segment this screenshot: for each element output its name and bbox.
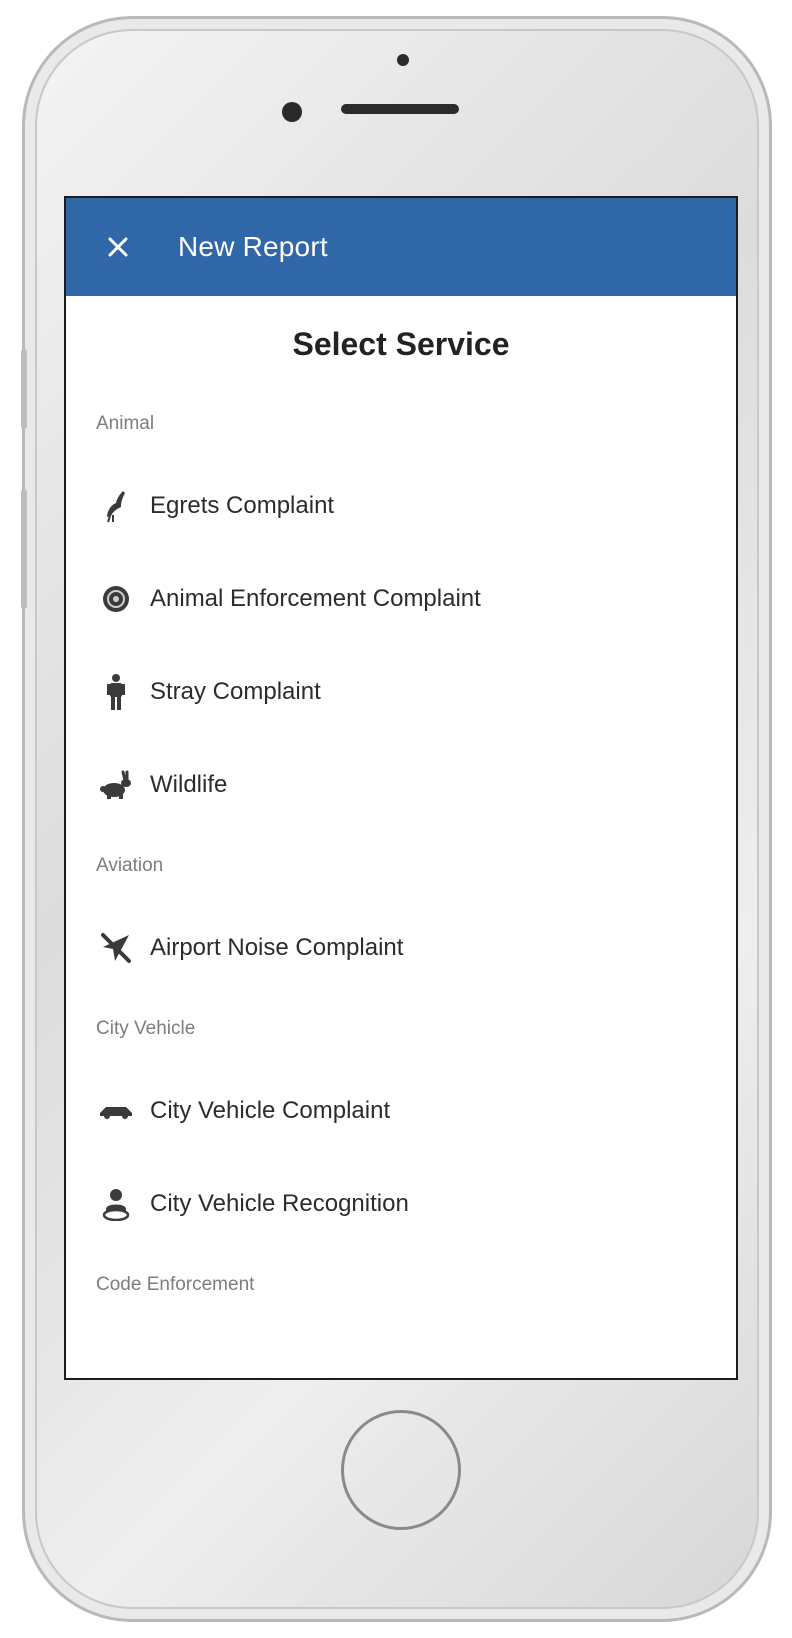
volume-down-button xyxy=(21,489,27,609)
car-icon xyxy=(96,1091,136,1131)
section-animal: Animal xyxy=(96,413,155,434)
section-aviation: Aviation xyxy=(96,855,164,876)
person-icon xyxy=(96,672,136,712)
service-airport-noise-complaint[interactable]: Airport Noise Complaint xyxy=(66,901,736,994)
home-button[interactable] xyxy=(341,1410,461,1530)
proximity-sensor xyxy=(397,54,409,66)
front-camera xyxy=(282,102,302,122)
service-wildlife[interactable]: Wildlife xyxy=(66,738,736,831)
user-recognition-icon xyxy=(96,1184,136,1224)
app-bar: New Report xyxy=(66,198,736,296)
airplane-icon xyxy=(96,928,136,968)
section-city-vehicle: City Vehicle xyxy=(96,1018,196,1039)
close-icon xyxy=(108,237,128,257)
page-title: Select Service xyxy=(292,326,510,362)
app-screen: New Report Select Service Animal Egrets … xyxy=(64,196,738,1380)
badge-icon xyxy=(96,579,136,619)
rabbit-icon xyxy=(96,765,136,805)
close-button[interactable] xyxy=(88,217,148,277)
app-bar-title: New Report xyxy=(178,231,328,262)
service-city-vehicle-recognition[interactable]: City Vehicle Recognition xyxy=(66,1157,736,1250)
earpiece-speaker xyxy=(341,104,459,114)
service-label: Animal Enforcement Complaint xyxy=(150,584,481,612)
service-label: Stray Complaint xyxy=(150,677,321,705)
service-egrets-complaint[interactable]: Egrets Complaint xyxy=(66,459,736,552)
service-city-vehicle-complaint[interactable]: City Vehicle Complaint xyxy=(66,1064,736,1157)
service-stray-complaint[interactable]: Stray Complaint xyxy=(66,645,736,738)
bird-icon xyxy=(96,486,136,526)
service-label: Egrets Complaint xyxy=(150,491,335,519)
service-label: City Vehicle Recognition xyxy=(150,1189,409,1217)
service-label: City Vehicle Complaint xyxy=(150,1096,391,1124)
service-label: Airport Noise Complaint xyxy=(150,933,404,961)
service-animal-enforcement-complaint[interactable]: Animal Enforcement Complaint xyxy=(66,552,736,645)
volume-up-button xyxy=(21,349,27,429)
service-label: Wildlife xyxy=(150,770,228,798)
section-code-enforcement: Code Enforcement xyxy=(96,1274,255,1295)
